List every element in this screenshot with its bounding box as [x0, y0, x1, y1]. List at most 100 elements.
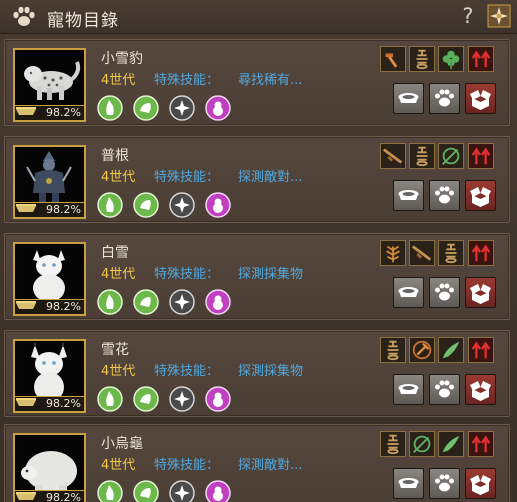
target-skill-icon[interactable] [438, 143, 464, 169]
compass-trait-icon[interactable] [169, 289, 195, 315]
food-bowl-icon [398, 190, 419, 200]
paw-trait-icon[interactable] [133, 289, 159, 315]
pet-name: 小雪豹 [101, 51, 143, 67]
red-arrows-skill-icon[interactable] [468, 143, 494, 169]
hammer-skill-icon[interactable] [380, 46, 406, 72]
help-button[interactable]: ? [458, 2, 478, 30]
food-bowl-icon [398, 478, 419, 488]
food-bowl-icon [16, 492, 36, 500]
pet-card[interactable]: 98.2% 小烏龜 4世代 特殊技能： 探測敵對... [4, 424, 510, 502]
paw-trait-icon[interactable] [133, 95, 159, 121]
clover-skill-icon[interactable] [438, 46, 464, 72]
pet-card[interactable]: 98.2% 雪花 4世代 特殊技能： 探測採集物 [4, 330, 510, 417]
paw-icon [435, 283, 454, 301]
pet-card[interactable]: 98.2% 白雪 4世代 特殊技能： 探測採集物 [4, 233, 510, 320]
special-skill-value: 探測敵對... [238, 458, 303, 473]
red-arrows-skill-icon[interactable] [468, 46, 494, 72]
pet-card[interactable]: 98.2% 普根 4世代 特殊技能： 探測敵對... [4, 136, 510, 223]
hunger-bar: 98.2% [15, 299, 84, 314]
hunger-bar: 98.2% [15, 490, 84, 502]
pet-interact-button[interactable] [429, 180, 460, 211]
cat-trait-icon[interactable] [97, 289, 123, 315]
pet-interact-button[interactable] [429, 468, 460, 499]
food-bowl-icon [398, 384, 419, 394]
compass-trait-icon[interactable] [169, 192, 195, 218]
feed-button[interactable] [393, 180, 424, 211]
feed-button[interactable] [393, 468, 424, 499]
bell-skill-icon[interactable] [409, 143, 435, 169]
bell-skill-icon[interactable] [380, 431, 406, 457]
special-skill-label: 特殊技能： [154, 73, 220, 88]
paw-icon [13, 6, 35, 26]
rifle-skill-icon[interactable] [409, 240, 435, 266]
gourd-trait-icon[interactable] [205, 192, 231, 218]
release-pet-button[interactable] [465, 180, 496, 211]
pet-settings-icon[interactable] [487, 4, 511, 28]
rifle-skill-icon[interactable] [380, 143, 406, 169]
hunger-value: 98.2% [46, 203, 81, 216]
pet-portrait[interactable]: 98.2% [13, 433, 86, 502]
feed-button[interactable] [393, 374, 424, 405]
pet-name: 雪花 [101, 342, 129, 358]
hunger-value: 98.2% [46, 106, 81, 119]
pet-portrait[interactable]: 98.2% [13, 48, 86, 122]
pet-list: 98.2% 小雪豹 4世代 特殊技能： 尋找稀有... 98.2% 普根 4世代… [0, 34, 517, 502]
release-pet-button[interactable] [465, 83, 496, 114]
wing-skill-icon[interactable] [438, 431, 464, 457]
hunger-value: 98.2% [46, 397, 81, 410]
window-title: 寵物目錄 [47, 11, 119, 31]
release-pet-button[interactable] [465, 277, 496, 308]
red-arrows-skill-icon[interactable] [468, 240, 494, 266]
hunger-bar: 98.2% [15, 202, 84, 217]
special-skill-value: 探測採集物 [238, 364, 304, 379]
pet-portrait[interactable]: 98.2% [13, 145, 86, 219]
cat-trait-icon[interactable] [97, 95, 123, 121]
special-skill-label: 特殊技能： [154, 364, 220, 379]
open-box-icon [470, 475, 491, 495]
special-skill-label: 特殊技能： [154, 170, 220, 185]
pet-generation: 4世代 [101, 364, 136, 379]
compass-trait-icon[interactable] [169, 95, 195, 121]
bell-skill-icon[interactable] [409, 46, 435, 72]
paw-icon [435, 186, 454, 204]
feed-button[interactable] [393, 277, 424, 308]
title-bar: 寵物目錄 ? [0, 0, 517, 34]
cat-trait-icon[interactable] [97, 386, 123, 412]
gourd-trait-icon[interactable] [205, 386, 231, 412]
special-skill-value: 尋找稀有... [238, 73, 303, 88]
axe-skill-icon[interactable] [409, 337, 435, 363]
bell-skill-icon[interactable] [380, 337, 406, 363]
wing-skill-icon[interactable] [438, 337, 464, 363]
food-bowl-icon [16, 398, 36, 406]
pet-interact-button[interactable] [429, 83, 460, 114]
target-skill-icon[interactable] [409, 431, 435, 457]
paw-trait-icon[interactable] [133, 192, 159, 218]
red-arrows-skill-icon[interactable] [468, 431, 494, 457]
pet-card[interactable]: 98.2% 小雪豹 4世代 特殊技能： 尋找稀有... [4, 39, 510, 126]
paw-trait-icon[interactable] [133, 386, 159, 412]
cat-trait-icon[interactable] [97, 480, 123, 502]
pet-name: 普根 [101, 148, 129, 164]
release-pet-button[interactable] [465, 374, 496, 405]
feed-button[interactable] [393, 83, 424, 114]
compass-trait-icon[interactable] [169, 480, 195, 502]
gourd-trait-icon[interactable] [205, 480, 231, 502]
pet-portrait[interactable]: 98.2% [13, 242, 86, 316]
pet-portrait[interactable]: 98.2% [13, 339, 86, 413]
red-arrows-skill-icon[interactable] [468, 337, 494, 363]
open-box-icon [470, 381, 491, 401]
gourd-trait-icon[interactable] [205, 289, 231, 315]
compass-trait-icon[interactable] [169, 386, 195, 412]
release-pet-button[interactable] [465, 468, 496, 499]
pet-interact-button[interactable] [429, 374, 460, 405]
cat-trait-icon[interactable] [97, 192, 123, 218]
pet-name: 白雪 [101, 245, 129, 261]
paw-trait-icon[interactable] [133, 480, 159, 502]
gourd-trait-icon[interactable] [205, 95, 231, 121]
pet-interact-button[interactable] [429, 277, 460, 308]
food-bowl-icon [16, 107, 36, 115]
hunger-value: 98.2% [46, 491, 81, 502]
herb-skill-icon[interactable] [380, 240, 406, 266]
special-skill-label: 特殊技能： [154, 267, 220, 282]
bell-skill-icon[interactable] [438, 240, 464, 266]
